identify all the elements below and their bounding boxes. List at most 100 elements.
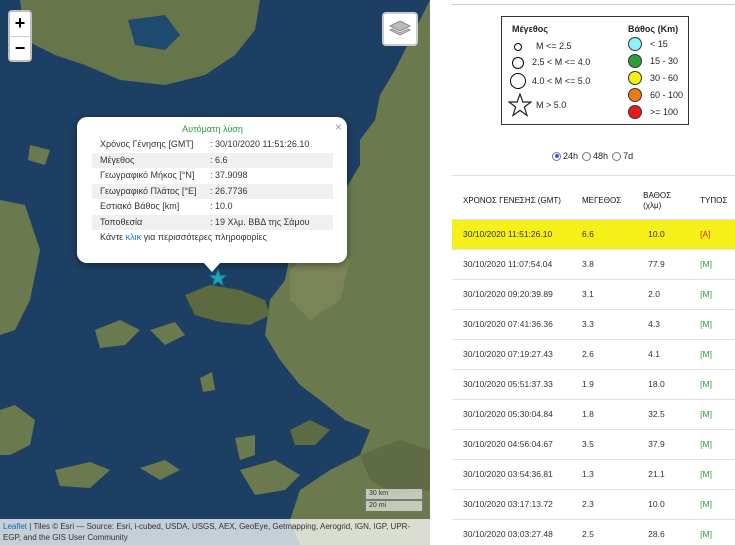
cell-depth: 4.1 — [621, 338, 687, 369]
table-row[interactable]: 30/10/2020 07:41:36.36 3.3 4.3 [M] — [452, 308, 735, 339]
header-magnitude[interactable]: ΜΕΓΕΘΟΣ — [570, 183, 621, 219]
table-row[interactable]: 30/10/2020 03:54:36.81 1.3 21.1 [M] — [452, 458, 735, 489]
cell-magnitude: 2.6 — [570, 338, 622, 369]
timeframe-7d[interactable]: 7d — [612, 151, 633, 161]
cell-depth: 32.5 — [621, 398, 687, 429]
table-row[interactable]: 30/10/2020 03:17:13.72 2.3 10.0 [M] — [452, 488, 735, 519]
magnitude-small-icon — [514, 43, 522, 51]
popup-title: Αυτόματη λύση — [182, 124, 243, 134]
popup-row-key: Γεωγραφικό Πλάτος [°E] — [100, 185, 197, 196]
legend-depth-title: Βάθος (Km) — [628, 24, 679, 34]
cell-time: 30/10/2020 03:03:27.48 — [452, 518, 570, 545]
table-body: 30/10/2020 11:51:26.10 6.6 10.0 [A] 30/10/20… — [452, 218, 735, 545]
popup-more-link[interactable]: κλικ — [126, 232, 142, 242]
popup-row-value: : 10.0 — [210, 201, 233, 211]
legend-depth-0: < 15 — [650, 39, 668, 49]
table-row[interactable]: 30/10/2020 03:03:27.48 2.5 28.6 [M] — [452, 518, 735, 545]
cell-magnitude: 2.5 — [570, 518, 622, 545]
cell-magnitude: 1.8 — [570, 398, 622, 429]
scale-mi: 20 mi — [365, 500, 423, 511]
popup-row: Γεωγραφικό Μήκος [°N]: 37.9098 — [92, 168, 333, 184]
header-depth[interactable]: ΒΑΘΟΣ (χλμ) — [621, 183, 686, 219]
radio-icon[interactable] — [612, 151, 622, 161]
layers-icon — [389, 20, 411, 36]
cell-time: 30/10/2020 05:30:04.84 — [452, 398, 570, 429]
radio-icon[interactable] — [582, 151, 592, 161]
cell-type: [M] — [686, 488, 735, 519]
legend-depth-4: >= 100 — [650, 107, 679, 117]
cell-type: [A] — [686, 218, 735, 249]
map[interactable]: + − × Αυτόματη λύση Χρόνος Γένησης [GMT]… — [0, 0, 430, 545]
epicenter-star-icon[interactable] — [208, 268, 228, 288]
cell-type: [M] — [686, 458, 735, 489]
cell-magnitude: 3.1 — [570, 278, 622, 309]
leaflet-link[interactable]: Leaflet — [3, 522, 27, 531]
timeframe-24h[interactable]: 24h — [552, 151, 578, 161]
cell-depth: 10.0 — [621, 218, 687, 249]
popup-row-value: : 30/10/2020 11:51:26.10 — [210, 139, 310, 149]
header-type[interactable]: ΤΥΠΟΣ — [686, 183, 735, 219]
table-row[interactable]: 30/10/2020 05:51:37.33 1.9 18.0 [M] — [452, 368, 735, 399]
table-row[interactable]: 30/10/2020 11:51:26.10 6.6 10.0 [A] — [452, 218, 735, 249]
map-attribution: Leaflet | Tiles © Esri — Source: Esri, i… — [0, 519, 430, 545]
cell-type: [M] — [686, 308, 735, 339]
cell-time: 30/10/2020 05:51:37.33 — [452, 368, 570, 399]
popup-row-value: : 19 Χλμ. ΒΒΔ της Σάμου — [210, 216, 310, 227]
magnitude-star-icon — [508, 93, 532, 117]
cell-time: 30/10/2020 09:20:39.89 — [452, 278, 570, 309]
depth-color-icon — [628, 54, 642, 68]
legend-mag-3: M > 5.0 — [536, 100, 567, 110]
cell-depth: 10.0 — [621, 488, 687, 519]
cell-type: [M] — [686, 428, 735, 459]
zoom-control: + − — [8, 10, 32, 62]
cell-depth: 77.9 — [621, 248, 687, 279]
popup-row-key: Γεωγραφικό Μήκος [°N] — [100, 170, 195, 180]
cell-depth: 4.3 — [621, 308, 687, 339]
table-row[interactable]: 30/10/2020 07:19:27.43 2.6 4.1 [M] — [452, 338, 735, 369]
popup-row-key: Τοποθεσία — [100, 216, 143, 227]
zoom-out-button[interactable]: − — [10, 36, 30, 60]
depth-color-icon — [628, 71, 642, 85]
legend-depth-3: 60 - 100 — [650, 90, 684, 100]
popup-row-value: : 6.6 — [210, 154, 228, 165]
table-row[interactable]: 30/10/2020 04:56:04.67 3.5 37.9 [M] — [452, 428, 735, 459]
legend-magnitude-title: Μέγεθος — [512, 24, 548, 34]
cell-magnitude: 1.9 — [570, 368, 622, 399]
table-row[interactable]: 30/10/2020 09:20:39.89 3.1 2.0 [M] — [452, 278, 735, 309]
table-row[interactable]: 30/10/2020 05:30:04.84 1.8 32.5 [M] — [452, 398, 735, 429]
table-header: ΧΡΟΝΟΣ ΓΕΝΕΣΗΣ (GMT) ΜΕΓΕΘΟΣ ΒΑΘΟΣ (χλμ)… — [452, 183, 735, 219]
cell-depth: 2.0 — [621, 278, 687, 309]
cell-magnitude: 3.5 — [570, 428, 622, 459]
cell-type: [M] — [686, 398, 735, 429]
cell-magnitude: 3.8 — [570, 248, 622, 279]
cell-time: 30/10/2020 03:17:13.72 — [452, 488, 570, 519]
cell-type: [M] — [686, 338, 735, 369]
legend-depth-2: 30 - 60 — [650, 73, 679, 83]
depth-color-icon — [628, 105, 642, 119]
timeframe-48h[interactable]: 48h — [582, 151, 608, 161]
cell-type: [M] — [686, 278, 735, 309]
cell-magnitude: 6.6 — [570, 218, 622, 249]
depth-color-icon — [628, 37, 642, 51]
event-panel: Μέγεθος Βάθος (Km) M <= 2.5 2.5 < M <= 4… — [430, 0, 735, 545]
legend: Μέγεθος Βάθος (Km) M <= 2.5 2.5 < M <= 4… — [501, 16, 689, 125]
timeframe-selector: 24h 48h 7d — [552, 151, 637, 161]
popup-row-key: Μέγεθος — [100, 154, 135, 165]
magnitude-large-icon — [510, 73, 526, 89]
popup-close-button[interactable]: × — [335, 120, 342, 134]
zoom-in-button[interactable]: + — [10, 12, 30, 36]
scale-km: 30 km — [365, 489, 423, 500]
cell-depth: 18.0 — [621, 368, 687, 399]
cell-time: 30/10/2020 11:51:26.10 — [452, 218, 570, 249]
cell-time: 30/10/2020 07:41:36.36 — [452, 308, 570, 339]
popup-row: Χρόνος Γένησης [GMT]: 30/10/2020 11:51:2… — [92, 137, 333, 153]
cell-time: 30/10/2020 03:54:36.81 — [452, 458, 570, 489]
popup-row: Εστιακό Βάθος [km]: 10.0 — [92, 199, 333, 215]
table-row[interactable]: 30/10/2020 11:07:54.04 3.8 77.9 [M] — [452, 248, 735, 279]
popup-row: Τοποθεσία : 19 Χλμ. ΒΒΔ της Σάμου — [92, 214, 333, 230]
header-time[interactable]: ΧΡΟΝΟΣ ΓΕΝΕΣΗΣ (GMT) — [452, 183, 570, 219]
cell-type: [M] — [686, 368, 735, 399]
radio-icon[interactable] — [552, 151, 561, 161]
popup-row: Μέγεθος : 6.6 — [92, 152, 333, 168]
layers-button[interactable] — [382, 12, 418, 46]
